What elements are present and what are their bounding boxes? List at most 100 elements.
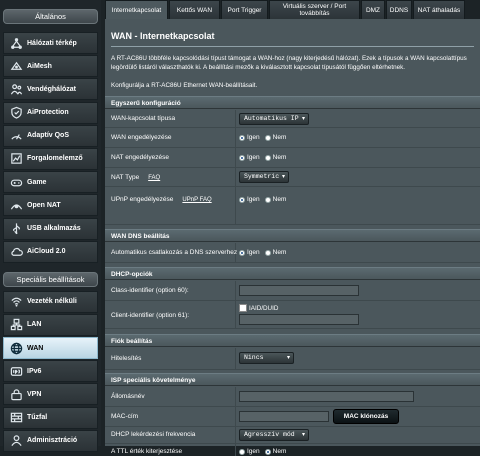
row-divider [235, 148, 236, 167]
hostname-input[interactable] [239, 391, 414, 402]
lan-icon [9, 318, 23, 332]
dhcp-frequency-label: DHCP lekérdezési frekvencia [111, 431, 196, 438]
tab-label: Kettős WAN [176, 6, 213, 14]
chevron-down-icon: ▾ [286, 354, 290, 361]
chevron-down-icon: ▾ [301, 115, 305, 122]
dns-auto-no[interactable]: Nem [264, 249, 286, 256]
dns-auto-label: Automatikus csatlakozás a DNS szerverhez [111, 249, 238, 256]
tab-label: DDNS [389, 6, 409, 14]
tab-dmz[interactable]: DMZ [361, 0, 385, 19]
tab-label: NAT áthaladás [417, 6, 461, 14]
sidebar-item-label: VPN [27, 390, 42, 398]
authentication-select[interactable]: Nincs ▾ [239, 352, 294, 364]
sidebar-item-adapt-v-qos[interactable]: Adaptív QoS [3, 124, 98, 147]
sidebar-item-label: AiCloud 2.0 [27, 248, 66, 256]
section-dhcp-options: DHCP-opciók [105, 267, 480, 280]
sidebar-item-aimesh[interactable]: AiMesh [3, 55, 98, 78]
dhcp-frequency-value: Agresszív mód [244, 431, 295, 438]
tab-label: Port Trigger [227, 6, 262, 14]
sidebar-item-label: LAN [27, 321, 42, 329]
sidebar-item-vpn[interactable]: VPN [3, 383, 98, 406]
iaid-duid-checkbox[interactable]: IAID/DUID [239, 304, 278, 312]
qos-icon [9, 129, 23, 143]
sidebar-item-t-zfal[interactable]: Tűzfal [3, 406, 98, 429]
wan-enable-label: WAN engedélyezése [111, 134, 172, 141]
row-hostname: Állomásnév [105, 387, 480, 407]
sidebar-item-label: AiMesh [27, 62, 52, 70]
dns-auto-radio-group: Igen Nem [239, 249, 291, 256]
client-identifier-input[interactable] [239, 314, 359, 325]
nat-enable-yes[interactable]: Igen [239, 154, 260, 161]
authentication-label: Hitelesítés [111, 355, 142, 362]
upnp-no[interactable]: Nem [264, 196, 286, 203]
sidebar-item-h-l-zati-t-rk-p[interactable]: Hálózati térkép [3, 32, 98, 54]
sidebar-item-label: USB alkalmazás [27, 225, 81, 232]
upnp-yes[interactable]: Igen [239, 196, 260, 203]
upnp-faq-link[interactable]: UPnP FAQ [182, 197, 211, 203]
ttl-extend-no[interactable]: Nem [264, 448, 286, 455]
sidebar-item-wan[interactable]: WAN [3, 337, 98, 360]
aimesh-icon [9, 59, 23, 73]
nat-type-faq-link[interactable]: FAQ [148, 175, 160, 181]
row-divider [235, 187, 236, 224]
dhcp-frequency-select[interactable]: Agresszív mód ▾ [239, 429, 309, 441]
tab-virtual-server[interactable]: Virtuális szerver / Port továbbítás [269, 0, 360, 19]
wan-enable-yes[interactable]: Igen [239, 134, 260, 141]
row-wan-enable: WAN engedélyezése Igen Nem [105, 128, 480, 148]
section-account: Fiók beállítás [105, 334, 480, 347]
sidebar-item-label: Adaptív QoS [27, 132, 70, 140]
sidebar: Általános Hálózati térkép AiMesh Vendéghál… [0, 0, 101, 452]
tab-internet-connection[interactable]: Internetkapcsolat [105, 0, 168, 19]
mac-clone-button[interactable]: MAC klónozás [333, 409, 399, 424]
vpn-icon [9, 387, 23, 401]
tab-nat-passthrough[interactable]: NAT áthaladás [413, 0, 465, 19]
tab-dual-wan[interactable]: Kettős WAN [169, 0, 220, 19]
class-identifier-input[interactable] [239, 285, 359, 296]
row-dhcp-frequency: DHCP lekérdezési frekvencia Agresszív mó… [105, 427, 480, 444]
sidebar-item-label: AiProtection [27, 109, 69, 117]
tab-port-trigger[interactable]: Port Trigger [221, 0, 268, 19]
sidebar-item-label: IPv6 [27, 367, 42, 375]
page-title: WAN - Internetkapcsolat [111, 31, 215, 41]
sidebar-item-adminisztr-ci[interactable]: Adminisztráció [3, 429, 98, 452]
upnp-label: UPnP engedélyezése UPnP FAQ [111, 196, 212, 203]
sidebar-item-open-nat[interactable]: Open NAT [3, 194, 98, 217]
sidebar-item-forgalomelemz[interactable]: Forgalomelemző [3, 147, 98, 170]
row-divider [235, 387, 236, 406]
row-class-identifier: Class-identifier (option 60): [105, 281, 480, 301]
wan-type-select[interactable]: Automatikus IP ▾ [239, 113, 309, 125]
cloud-icon [9, 245, 23, 259]
row-upnp: UPnP engedélyezése UPnP FAQ Igen Nem [105, 187, 480, 225]
sidebar-item-label: WAN [27, 344, 44, 352]
hostname-label: Állomásnév [111, 393, 145, 400]
guest-network-icon [9, 82, 23, 96]
radio-off-icon [264, 134, 271, 141]
sidebar-item-label: Adminisztráció [27, 437, 78, 445]
mac-address-input[interactable] [239, 411, 329, 422]
sidebar-item-game[interactable]: Game [3, 171, 98, 194]
nat-type-select[interactable]: Symmetric ▾ [239, 171, 289, 183]
sidebar-item-lan[interactable]: LAN [3, 313, 98, 336]
iaid-duid-label: IAID/DUID [249, 304, 279, 312]
radio-label: Nem [272, 134, 287, 141]
sidebar-item-aicloud-2-0[interactable]: AiCloud 2.0 [3, 240, 98, 263]
sidebar-item-ipv6[interactable]: IPv6 [3, 360, 98, 383]
tab-label: DMZ [365, 6, 381, 14]
sidebar-item-vend-gh-l-zat[interactable]: Vendéghálózat [3, 78, 98, 101]
ttl-extend-yes[interactable]: Igen [239, 448, 260, 455]
sidebar-item-vezet-k-n-lk-li[interactable]: Vezeték nélküli [3, 290, 98, 313]
sidebar-item-usb-alkalmaz-s[interactable]: USB alkalmazás [3, 217, 98, 240]
tab-ddns[interactable]: DDNS [386, 0, 412, 19]
radio-label: Igen [247, 448, 260, 455]
radio-on-icon [239, 249, 245, 256]
dns-auto-yes[interactable]: Igen [239, 249, 260, 256]
firewall-icon [9, 411, 23, 425]
page-subdescription: Konfigurálja a RT-AC86U Ethernet WAN-beá… [111, 82, 258, 89]
advanced-menu: Vezeték nélküli LAN WAN IPv6 VPN Tűzfal Admini… [0, 290, 101, 452]
sidebar-item-aiprotection[interactable]: AiProtection [3, 101, 98, 124]
row-divider [235, 128, 236, 147]
radio-label: Igen [247, 154, 260, 161]
nat-enable-no[interactable]: Nem [264, 154, 286, 161]
row-dns-auto: Automatikus csatlakozás a DNS szerverhez… [105, 243, 480, 263]
wan-enable-no[interactable]: Nem [264, 134, 287, 141]
